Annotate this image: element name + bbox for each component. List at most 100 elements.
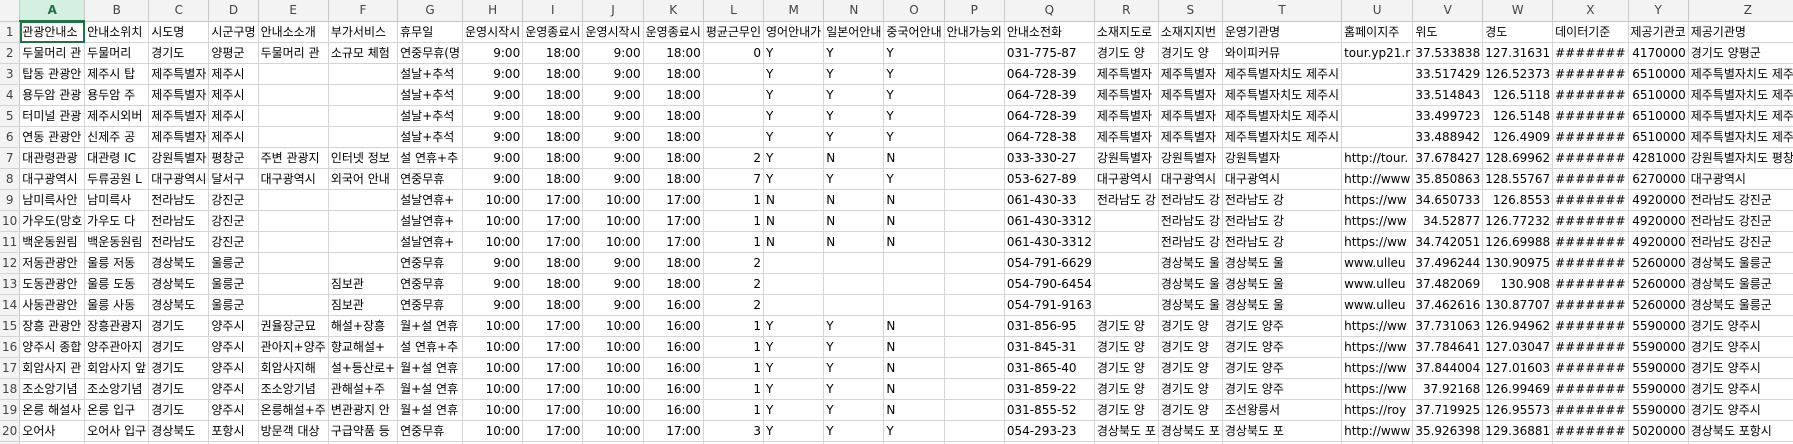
column-header-w[interactable]: W xyxy=(1482,0,1554,22)
cell-v11[interactable]: 34.742051 xyxy=(1412,231,1484,253)
cell-v9[interactable]: 34.650733 xyxy=(1412,189,1484,211)
cell-a2[interactable]: 두물머리 관 xyxy=(19,42,86,64)
cell-l13[interactable]: 2 xyxy=(703,273,765,295)
cell-h12[interactable]: 9:00 xyxy=(462,252,524,274)
cell-k19[interactable]: 16:00 xyxy=(643,399,704,421)
cell-a18[interactable]: 조소앙기념 xyxy=(19,378,86,400)
cell-c13[interactable]: 경상북도 xyxy=(148,273,210,295)
cell-u9[interactable]: https://ww xyxy=(1341,189,1414,211)
cell-y6[interactable]: 6510000 xyxy=(1628,126,1689,148)
cell-o14[interactable] xyxy=(883,294,945,316)
cell-e1[interactable]: 안내소소개 xyxy=(258,21,329,43)
cell-v6[interactable]: 33.488942 xyxy=(1412,126,1484,148)
cell-u19[interactable]: https://roy xyxy=(1341,399,1414,421)
cell-o5[interactable]: Y xyxy=(883,105,945,127)
cell-c3[interactable]: 제주특별자 xyxy=(148,63,210,85)
cell-d13[interactable]: 울릉군 xyxy=(208,273,259,295)
cell-j4[interactable]: 9:00 xyxy=(582,84,644,106)
cell-k5[interactable]: 18:00 xyxy=(643,105,704,127)
cell-m16[interactable]: Y xyxy=(763,336,825,358)
cell-e17[interactable]: 회암사지해 xyxy=(258,357,329,379)
cell-i19[interactable]: 17:00 xyxy=(522,399,584,421)
cell-p20[interactable] xyxy=(944,420,1005,442)
cell-o17[interactable]: N xyxy=(883,357,945,379)
cell-w11[interactable]: 126.69988 xyxy=(1482,231,1554,253)
cell-b2[interactable]: 두물머리 xyxy=(84,42,150,64)
cell-o4[interactable]: Y xyxy=(883,84,945,106)
cell-v2[interactable]: 37.533838 xyxy=(1412,42,1484,64)
cell-t18[interactable]: 경기도 양주 xyxy=(1222,378,1343,400)
cell-b15[interactable]: 장흥관광지 xyxy=(84,315,150,337)
cell-u13[interactable]: www.ulleu xyxy=(1341,273,1414,295)
cell-l17[interactable]: 1 xyxy=(703,357,765,379)
cell-g18[interactable]: 월+설 연휴 xyxy=(397,378,463,400)
cell-a7[interactable]: 대관령관광 xyxy=(19,147,86,169)
cell-q12[interactable]: 054-791-6629 xyxy=(1004,252,1095,274)
cell-w6[interactable]: 126.4909 xyxy=(1482,126,1554,148)
column-header-j[interactable]: J xyxy=(582,0,644,22)
cell-c10[interactable]: 전라남도 xyxy=(148,210,210,232)
cell-i17[interactable]: 17:00 xyxy=(522,357,584,379)
cell-f15[interactable]: 해설+장흥 xyxy=(328,315,399,337)
cell-b3[interactable]: 제주시 탑 xyxy=(84,63,150,85)
column-header-i[interactable]: I xyxy=(522,0,584,22)
cell-a6[interactable]: 연동 관광안 xyxy=(19,126,86,148)
cell-i2[interactable]: 18:00 xyxy=(522,42,584,64)
row-header[interactable]: 18 xyxy=(0,378,21,400)
cell-d7[interactable]: 평창군 xyxy=(208,147,259,169)
cell-z7[interactable]: 강원특별자치도 평창군 xyxy=(1688,147,1793,169)
cell-f20[interactable]: 구급약품 등 xyxy=(328,420,399,442)
cell-m8[interactable]: Y xyxy=(763,168,825,190)
cell-i15[interactable]: 17:00 xyxy=(522,315,584,337)
cell-e4[interactable] xyxy=(258,84,329,106)
cell-z13[interactable]: 경상북도 울릉군 xyxy=(1688,273,1793,295)
cell-s17[interactable]: 경기도 양 xyxy=(1158,357,1223,379)
cell-i7[interactable]: 18:00 xyxy=(522,147,584,169)
column-header-m[interactable]: M xyxy=(763,0,825,22)
cell-n5[interactable]: Y xyxy=(823,105,885,127)
cell-v10[interactable]: 34.52877 xyxy=(1412,210,1484,232)
cell-w1[interactable]: 경도 xyxy=(1482,21,1554,43)
cell-v4[interactable]: 33.514843 xyxy=(1412,84,1484,106)
cell-x2[interactable]: ####### xyxy=(1552,42,1629,64)
cell-y1[interactable]: 제공기관코 xyxy=(1628,21,1689,43)
cell-m14[interactable] xyxy=(763,294,825,316)
cell-p11[interactable] xyxy=(944,231,1005,253)
row-header[interactable]: 19 xyxy=(0,399,21,421)
cell-m17[interactable]: Y xyxy=(763,357,825,379)
cell-u7[interactable]: http://tour. xyxy=(1341,147,1414,169)
cell-f10[interactable] xyxy=(328,210,399,232)
column-header-h[interactable]: H xyxy=(462,0,524,22)
cell-q11[interactable]: 061-430-3312 xyxy=(1004,231,1095,253)
cell-r1[interactable]: 소재지도로 xyxy=(1094,21,1159,43)
cell-d5[interactable]: 제주시 xyxy=(208,105,259,127)
cell-g4[interactable]: 설날+추석 xyxy=(397,84,463,106)
cell-v8[interactable]: 35.850863 xyxy=(1412,168,1484,190)
cell-j15[interactable]: 10:00 xyxy=(582,315,644,337)
cell-w10[interactable]: 126.77232 xyxy=(1482,210,1554,232)
column-header-r[interactable]: R xyxy=(1094,0,1159,22)
cell-o15[interactable]: N xyxy=(883,315,945,337)
cell-p5[interactable] xyxy=(944,105,1005,127)
cell-c17[interactable]: 경기도 xyxy=(148,357,210,379)
cell-q17[interactable]: 031-865-40 xyxy=(1004,357,1095,379)
cell-f9[interactable] xyxy=(328,189,399,211)
cell-o9[interactable]: N xyxy=(883,189,945,211)
cell-f16[interactable]: 향교해설+ xyxy=(328,336,399,358)
cell-m7[interactable]: Y xyxy=(763,147,825,169)
cell-a9[interactable]: 남미륵사안 xyxy=(19,189,86,211)
cell-z9[interactable]: 전라남도 강진군 xyxy=(1688,189,1793,211)
cell-i4[interactable]: 18:00 xyxy=(522,84,584,106)
cell-b16[interactable]: 양주관아지 xyxy=(84,336,150,358)
row-header[interactable]: 4 xyxy=(0,84,21,106)
cell-y3[interactable]: 6510000 xyxy=(1628,63,1689,85)
cell-k9[interactable]: 17:00 xyxy=(643,189,704,211)
cell-c16[interactable]: 경기도 xyxy=(148,336,210,358)
cell-d4[interactable]: 제주시 xyxy=(208,84,259,106)
row-header[interactable]: 3 xyxy=(0,63,21,85)
cell-p14[interactable] xyxy=(944,294,1005,316)
cell-t6[interactable]: 제주특별자치도 제주시 xyxy=(1222,126,1343,148)
cell-c6[interactable]: 제주특별자 xyxy=(148,126,210,148)
cell-h8[interactable]: 9:00 xyxy=(462,168,524,190)
cell-d10[interactable]: 강진군 xyxy=(208,210,259,232)
